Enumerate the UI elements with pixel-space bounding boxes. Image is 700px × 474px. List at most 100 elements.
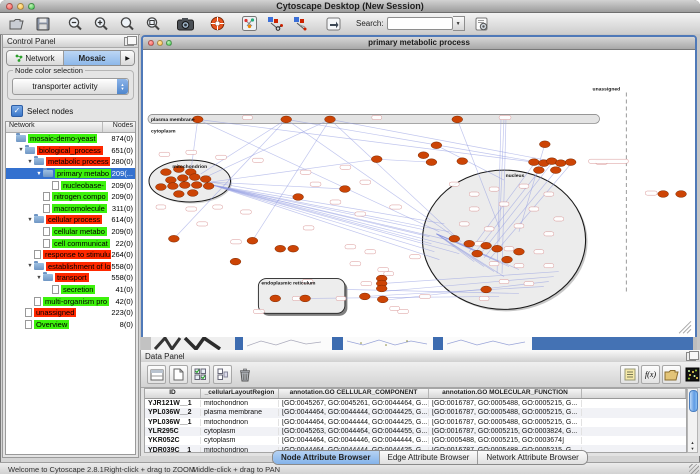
attribute-table-row[interactable]: YPL036W__1mitochondrion[GO:0044464, GO:0… [145, 418, 686, 427]
network-tree-row[interactable]: ▼primary metabo209(... [6, 168, 135, 180]
zoom-in-icon[interactable] [92, 15, 110, 33]
open-icon[interactable] [8, 15, 26, 33]
network-node[interactable] [452, 116, 463, 123]
network-node[interactable] [189, 174, 200, 181]
network-tree-row[interactable]: response to stimulu264(0) [6, 249, 135, 261]
network-tree-row[interactable]: cellular metabo209(0) [6, 226, 135, 238]
tab-mosaic[interactable]: Mosaic [64, 51, 121, 65]
network-node[interactable] [377, 296, 388, 303]
scrollbar-thumb[interactable] [689, 390, 698, 412]
network-node[interactable] [177, 175, 188, 182]
delete-attribute-icon[interactable] [191, 365, 210, 384]
destroy-network-layout-icon[interactable] [292, 15, 310, 33]
network-node[interactable] [165, 177, 176, 184]
network-node[interactable] [371, 156, 382, 163]
create-attribute-icon[interactable] [169, 365, 188, 384]
network-node[interactable] [173, 191, 184, 198]
network-node[interactable] [676, 191, 687, 198]
network-node[interactable] [156, 184, 167, 191]
unassign-attribute-icon[interactable] [213, 365, 232, 384]
attribute-list-icon[interactable] [620, 365, 639, 384]
attribute-table-row[interactable]: YLR295Ccytoplasm[GO:0045263, GO:0044464,… [145, 427, 686, 436]
copy-network-layout-icon[interactable] [266, 15, 284, 33]
attribute-table-row[interactable]: YKR052Ccytoplasm[GO:0044464, GO:0044446,… [145, 436, 686, 445]
network-node[interactable] [472, 250, 483, 257]
network-tree-row[interactable]: ▼biological_process651(0) [6, 145, 135, 157]
trash-icon[interactable] [235, 365, 254, 384]
expander-icon[interactable]: ▼ [26, 263, 34, 269]
network-node[interactable] [533, 167, 544, 174]
zoom-selected-icon[interactable] [118, 15, 136, 33]
network-tree-row[interactable]: mosaic-demo-yeast874(0) [6, 133, 135, 145]
expander-icon[interactable]: ▼ [26, 159, 34, 165]
network-node[interactable] [550, 167, 561, 174]
browser-tab[interactable]: Network Attribute Browser [478, 451, 586, 464]
formula-icon[interactable]: f(x) [641, 365, 660, 384]
network-node[interactable] [514, 248, 525, 255]
network-node[interactable] [555, 160, 566, 167]
network-tree-row[interactable]: Overview8(0) [6, 319, 135, 331]
browser-tab[interactable]: Edge Attribute Browser [380, 451, 479, 464]
network-node[interactable] [161, 169, 172, 176]
network-tree-row[interactable]: ▼establishment of lo558(0) [6, 261, 135, 273]
import-attributes-icon[interactable] [662, 365, 681, 384]
node-color-dropdown[interactable]: transporter activity ▲▼ [12, 78, 129, 95]
network-node[interactable] [325, 116, 336, 123]
network-tree-row[interactable]: ▼transport558(0) [6, 272, 135, 284]
network-node[interactable] [481, 242, 492, 249]
network-tree-row[interactable]: unassigned223(0) [6, 307, 135, 319]
network-node[interactable] [492, 245, 503, 252]
matrix-icon[interactable] [683, 365, 700, 384]
table-scrollbar[interactable]: ▲▼ [687, 388, 698, 453]
network-node[interactable] [203, 183, 214, 190]
network-node[interactable] [168, 235, 179, 242]
search-options-icon[interactable] [473, 15, 491, 33]
zoom-out-icon[interactable] [66, 15, 84, 33]
save-icon[interactable] [34, 15, 52, 33]
network-node[interactable] [529, 159, 540, 166]
col-id[interactable]: ID [145, 389, 201, 398]
network-node[interactable] [288, 245, 299, 252]
network-node[interactable] [658, 191, 669, 198]
network-node[interactable] [431, 142, 442, 149]
network-node[interactable] [376, 285, 387, 292]
network-node[interactable] [300, 295, 311, 302]
network-node[interactable] [457, 158, 468, 165]
expander-icon[interactable]: ▼ [35, 171, 43, 177]
help-lifebuoy-icon[interactable] [208, 15, 226, 33]
network-node[interactable] [449, 235, 460, 242]
col-go-cellular-component[interactable]: annotation.GO CELLULAR_COMPONENT [279, 389, 429, 398]
network-view-titlebar[interactable]: primary metabolic process [143, 37, 695, 50]
network-node[interactable] [426, 159, 437, 166]
expander-icon[interactable]: ▼ [26, 217, 34, 223]
network-tree-row[interactable]: ▼cellular process614(0) [6, 214, 135, 226]
select-attributes-icon[interactable] [147, 365, 166, 384]
float-panel-icon[interactable] [124, 37, 134, 46]
network-canvas[interactable]: plasma membranecytoplasmmitochondrionnuc… [145, 50, 693, 336]
network-node[interactable] [191, 182, 202, 189]
network-node[interactable] [293, 194, 304, 201]
network-node[interactable] [418, 152, 429, 159]
network-node[interactable] [200, 176, 211, 183]
network-node[interactable] [247, 237, 258, 244]
network-node[interactable] [270, 295, 281, 302]
network-node[interactable] [179, 182, 190, 189]
network-node[interactable] [359, 293, 370, 300]
network-tree-row[interactable]: secretion41(0) [6, 284, 135, 296]
network-tree-row[interactable]: multi-organism pro42(0) [6, 295, 135, 307]
network-node[interactable] [187, 190, 198, 197]
network-node[interactable] [275, 245, 286, 252]
network-tree-row[interactable]: nitrogen compo209(0) [6, 191, 135, 203]
tab-network[interactable]: Network [7, 51, 64, 65]
network-overview-icon[interactable] [240, 15, 258, 33]
network-tree-row[interactable]: cell communicat22(0) [6, 237, 135, 249]
search-dropdown-icon[interactable]: ▼ [453, 16, 465, 31]
zoom-fit-icon[interactable] [144, 15, 162, 33]
network-tree-row[interactable]: macromolecule311(0) [6, 203, 135, 215]
network-node[interactable] [167, 183, 178, 190]
resize-grip[interactable] [689, 464, 699, 474]
annotation-icon[interactable] [324, 15, 342, 33]
network-node[interactable] [230, 258, 241, 265]
col-cellular-layout-region[interactable]: _cellularLayoutRegion [201, 389, 279, 398]
network-node[interactable] [340, 186, 351, 193]
